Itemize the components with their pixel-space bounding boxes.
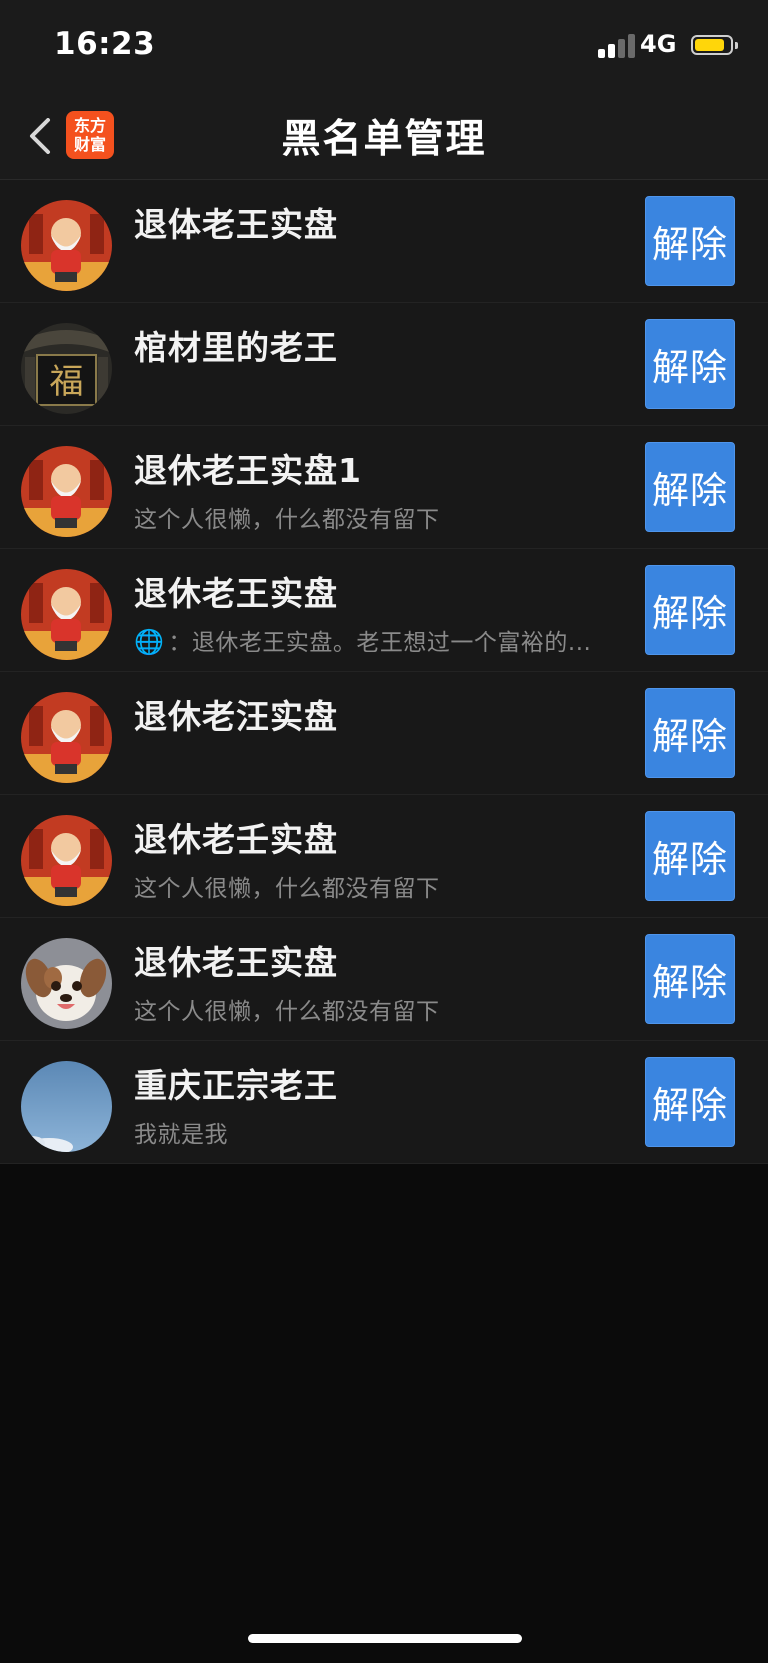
list-item: 退休老汪实盘 解除: [0, 672, 768, 795]
puppy-avatar-icon: [21, 938, 112, 1029]
user-bio-text: ：退休老王实盘。老王想过一个富裕的...: [168, 630, 592, 656]
status-indicators: 4G: [598, 30, 740, 62]
user-bio: 我就是我: [134, 1122, 228, 1148]
avatar[interactable]: [21, 938, 112, 1029]
user-bio: 这个人很懒，什么都没有留下: [134, 507, 440, 533]
unblock-button[interactable]: 解除: [645, 811, 735, 901]
battery-cap: [735, 42, 738, 49]
blacklist: 退体老王实盘 解除 福 棺材里的老王 解除 退休老王实盘1 这个人很懒，什么都没…: [0, 180, 768, 1164]
fu-plaque-avatar-icon: 福: [21, 323, 112, 414]
sky-avatar-icon: [21, 1061, 112, 1152]
signal-strength-icon: [598, 34, 636, 58]
battery-level: [695, 39, 724, 51]
user-name: 退体老王实盘: [134, 205, 338, 244]
list-item: 退休老王实盘 这个人很懒，什么都没有留下 解除: [0, 918, 768, 1041]
status-time: 16:23: [54, 26, 156, 62]
avatar[interactable]: 福: [21, 323, 112, 414]
user-bio: 🌐 ：退休老王实盘。老王想过一个富裕的...: [134, 623, 624, 657]
avatar[interactable]: [21, 200, 112, 291]
avatar[interactable]: [21, 569, 112, 660]
battery-icon: [691, 35, 733, 55]
list-item: 退体老王实盘 解除: [0, 180, 768, 303]
unblock-button[interactable]: 解除: [645, 688, 735, 778]
list-item: 退休老王实盘 🌐 ：退休老王实盘。老王想过一个富裕的... 解除: [0, 549, 768, 672]
unblock-button[interactable]: 解除: [645, 442, 735, 532]
list-item: 重庆正宗老王 我就是我 解除: [0, 1041, 768, 1164]
unblock-button[interactable]: 解除: [645, 319, 735, 409]
old-man-avatar-icon: [21, 815, 112, 906]
unblock-button[interactable]: 解除: [645, 1057, 735, 1147]
list-item: 退休老王实盘1 这个人很懒，什么都没有留下 解除: [0, 426, 768, 549]
unblock-button[interactable]: 解除: [645, 934, 735, 1024]
home-indicator[interactable]: [248, 1634, 522, 1643]
user-bio: 这个人很懒，什么都没有留下: [134, 876, 440, 902]
unblock-button[interactable]: 解除: [645, 565, 735, 655]
user-name: 退休老壬实盘: [134, 820, 338, 859]
status-bar: 16:23 4G: [0, 0, 768, 90]
old-man-avatar-icon: [21, 692, 112, 783]
user-name: 退休老王实盘1: [134, 451, 362, 490]
list-item: 退休老壬实盘 这个人很懒，什么都没有留下 解除: [0, 795, 768, 918]
globe-icon: 🌐: [134, 628, 165, 656]
list-item: 福 棺材里的老王 解除: [0, 303, 768, 426]
user-name: 退休老王实盘: [134, 574, 338, 613]
old-man-avatar-icon: [21, 569, 112, 660]
avatar[interactable]: [21, 692, 112, 783]
user-name: 重庆正宗老王: [134, 1066, 338, 1105]
user-bio: 这个人很懒，什么都没有留下: [134, 999, 440, 1025]
user-name: 棺材里的老王: [134, 328, 338, 367]
unblock-button[interactable]: 解除: [645, 196, 735, 286]
svg-text:福: 福: [50, 362, 84, 402]
user-name: 退休老汪实盘: [134, 697, 338, 736]
old-man-avatar-icon: [21, 446, 112, 537]
avatar[interactable]: [21, 446, 112, 537]
old-man-avatar-icon: [21, 200, 112, 291]
avatar[interactable]: [21, 1061, 112, 1152]
avatar[interactable]: [21, 815, 112, 906]
network-type: 4G: [640, 30, 677, 58]
navigation-bar: 东方 财富 黑名单管理: [0, 90, 768, 180]
page-title: 黑名单管理: [281, 117, 487, 162]
user-name: 退休老王实盘: [134, 943, 338, 982]
